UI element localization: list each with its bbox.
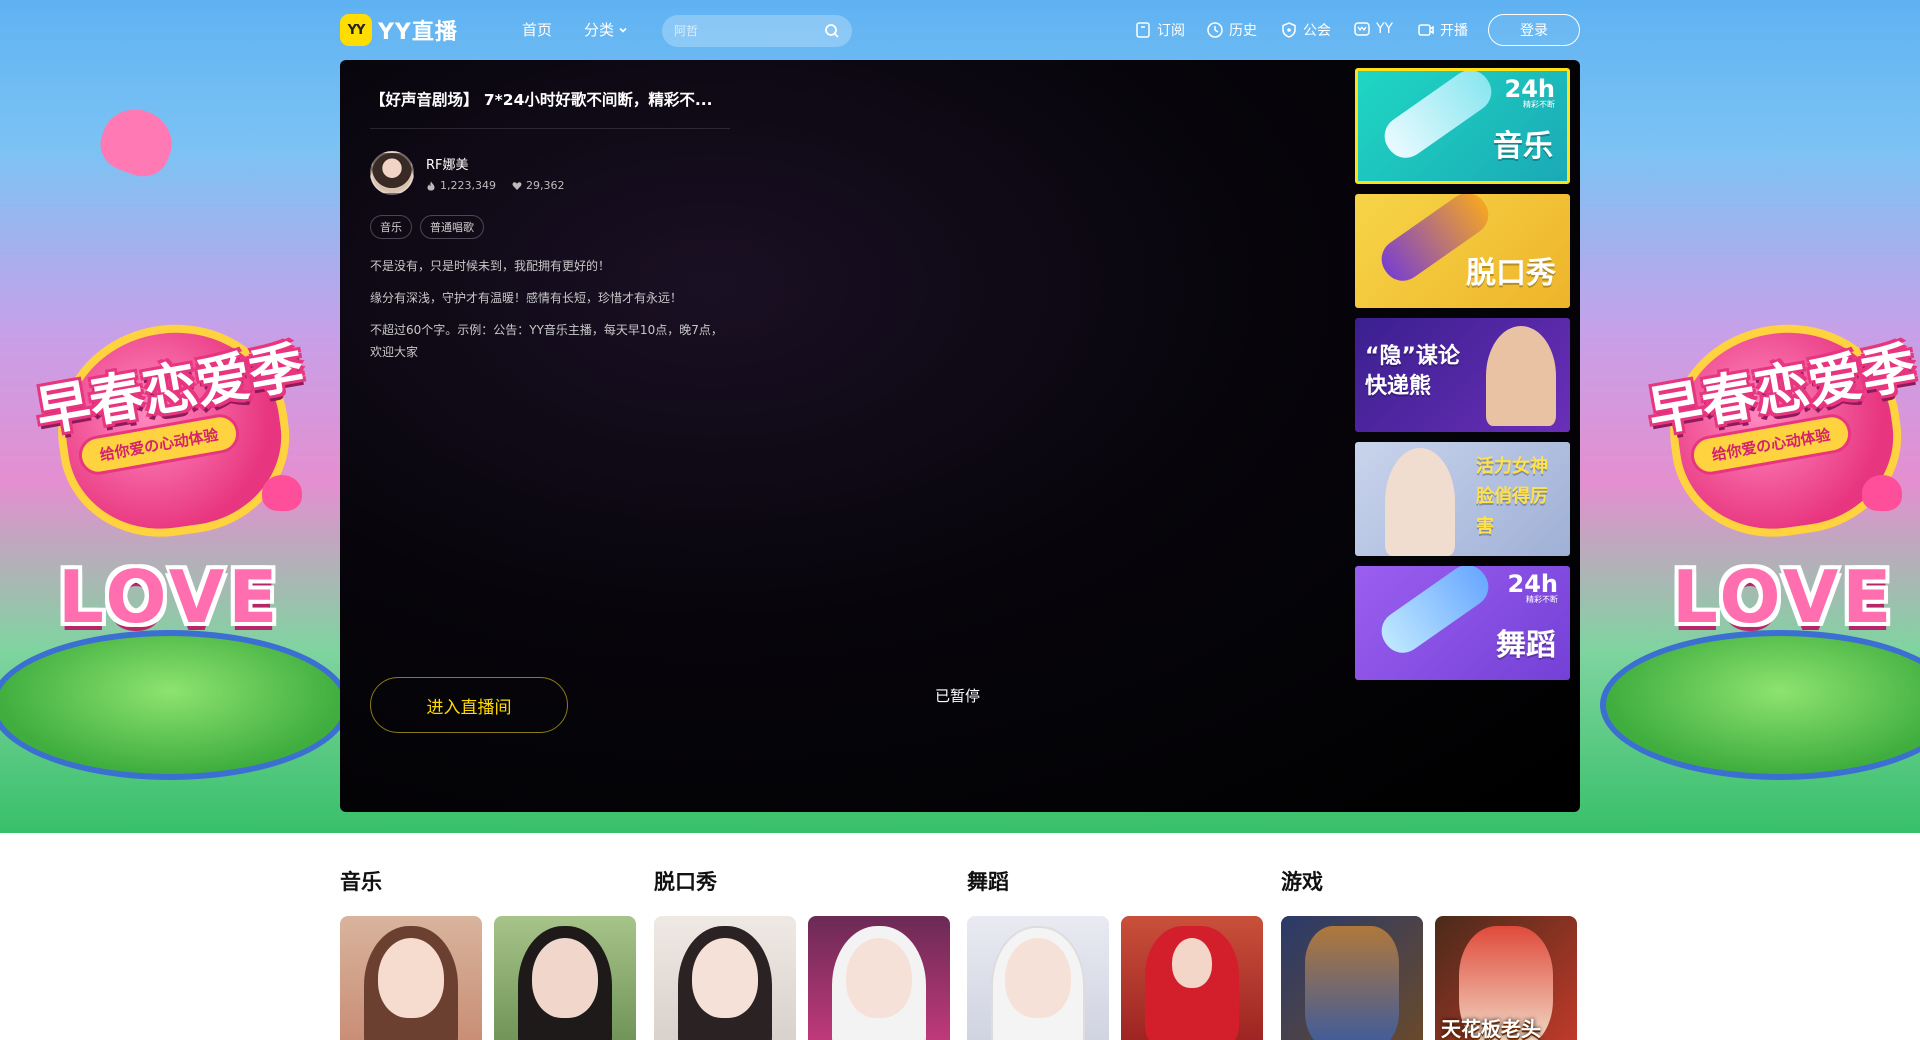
enter-room-button[interactable]: 进入直播间 <box>370 677 568 733</box>
small-heart-decoration <box>262 475 302 511</box>
nav-category[interactable]: 分类 <box>584 19 628 40</box>
love-text-left: LOVE <box>58 555 282 639</box>
top-navigation: YY YY直播 首页 分类 订阅 历史 公会 YY 开播 登录 <box>0 0 1920 60</box>
thumbnail-face <box>1172 938 1212 988</box>
banner-express-bear[interactable]: “隐”谋论 快递熊 <box>1355 318 1570 432</box>
category-section: 音乐 脱口秀 舞蹈 游戏 天花板老头 <box>340 866 1580 1040</box>
search-box <box>662 15 852 47</box>
login-button[interactable]: 登录 <box>1488 14 1580 46</box>
thumbnail-face <box>378 938 444 1018</box>
banner-talkshow[interactable]: 脱口秀 <box>1355 194 1570 308</box>
thumbnail-face <box>1005 938 1071 1018</box>
yy-client-icon <box>1354 22 1370 36</box>
shoe-prop-icon <box>1373 566 1497 661</box>
category-talkshow: 脱口秀 <box>654 866 954 1040</box>
banner-music[interactable]: 24h 精彩不断 音乐 <box>1355 68 1570 184</box>
anchor-info: RF娜美 1,223,349 29,362 <box>370 151 730 195</box>
banner-label: 脱口秀 <box>1466 256 1556 291</box>
banner-24h-badge: 24h 精彩不断 <box>1504 75 1555 109</box>
nav-yy[interactable]: YY <box>1353 20 1393 38</box>
chevron-down-icon <box>619 27 627 33</box>
thumbnail-figure <box>1305 926 1399 1040</box>
nav-home[interactable]: 首页 <box>522 19 552 40</box>
nav-yy-label: YY <box>1376 21 1394 37</box>
banner-24h-badge: 24h 精彩不断 <box>1507 570 1558 604</box>
heart-icon <box>512 181 522 190</box>
bookmark-icon <box>1136 22 1150 38</box>
room-title[interactable]: 【好声音剧场】 7*24小时好歌不间断，精彩不... <box>370 88 730 129</box>
shield-icon <box>1282 22 1296 38</box>
search-input[interactable] <box>674 15 814 47</box>
banner-label: 活力女神 脸俏得厉害 <box>1476 456 1548 537</box>
category-dance: 舞蹈 <box>967 866 1267 1040</box>
live-thumbnail[interactable] <box>808 916 950 1040</box>
heat-stat: 1,223,349 <box>426 179 496 192</box>
nav-subscribe-label: 订阅 <box>1157 23 1185 39</box>
category-title[interactable]: 游戏 <box>1281 866 1581 896</box>
thumbnail-face <box>692 938 758 1018</box>
anchor-name[interactable]: RF娜美 <box>426 154 564 173</box>
banner-goddess[interactable]: 活力女神 脸俏得厉害 <box>1355 442 1570 556</box>
live-thumbnail[interactable]: 天花板老头 <box>1435 916 1577 1040</box>
nav-history[interactable]: 历史 <box>1206 20 1257 40</box>
avatar[interactable] <box>370 151 414 195</box>
keyboard-prop-icon <box>1376 71 1500 166</box>
room-info-panel: 【好声音剧场】 7*24小时好歌不间断，精彩不... RF娜美 1,223,34… <box>370 88 730 373</box>
banner-label: “隐”谋论 快递熊 <box>1365 344 1460 399</box>
live-player[interactable]: 【好声音剧场】 7*24小时好歌不间断，精彩不... RF娜美 1,223,34… <box>340 60 1580 812</box>
category-title[interactable]: 舞蹈 <box>967 866 1267 896</box>
heat-count: 1,223,349 <box>440 179 496 192</box>
host-portrait <box>1486 326 1556 426</box>
tag-item[interactable]: 音乐 <box>370 215 412 239</box>
small-heart-decoration <box>1862 475 1902 511</box>
fire-icon <box>427 181 435 190</box>
nav-history-label: 历史 <box>1229 23 1257 39</box>
category-game: 游戏 天花板老头 <box>1281 866 1581 1040</box>
room-description: 不是没有，只是时候未到，我配拥有更好的！ 缘分有深浅，守护才有温暖！感情有长短，… <box>370 255 730 363</box>
thumbnail-face <box>532 938 598 1018</box>
thumbnail-face <box>846 938 912 1018</box>
description-line: 不超过60个字。示例：公告：YY音乐主播，每天早10点，晚7点，欢迎大家 <box>370 323 723 359</box>
banner-label: 音乐 <box>1493 129 1553 164</box>
clock-icon <box>1207 22 1223 38</box>
nav-guild-label: 公会 <box>1303 23 1331 39</box>
live-thumbnail[interactable] <box>494 916 636 1040</box>
likes-count: 29,362 <box>525 179 565 192</box>
nav-category-label: 分类 <box>584 21 615 39</box>
side-banner-list: 24h 精彩不断 音乐 脱口秀 “隐”谋论 快递熊 活力女神 脸俏得厉害 24h 精… <box>1355 68 1570 690</box>
island-decoration <box>0 630 350 780</box>
banner-dance[interactable]: 24h 精彩不断 舞蹈 <box>1355 566 1570 680</box>
paused-status: 已暂停 <box>935 687 981 705</box>
island-decoration <box>1600 630 1920 780</box>
tag-item[interactable]: 普通唱歌 <box>420 215 484 239</box>
search-icon[interactable] <box>824 23 840 39</box>
nav-broadcast[interactable]: 开播 <box>1417 20 1468 40</box>
banner-label: 舞蹈 <box>1496 628 1556 663</box>
host-portrait <box>1385 448 1455 556</box>
live-thumbnail[interactable] <box>1281 916 1423 1040</box>
category-title[interactable]: 脱口秀 <box>654 866 954 896</box>
nav-guild[interactable]: 公会 <box>1280 20 1331 40</box>
description-line: 不是没有，只是时候未到，我配拥有更好的！ <box>370 259 611 273</box>
yy-logo-text: YY直播 <box>378 20 458 45</box>
live-thumbnail[interactable] <box>967 916 1109 1040</box>
room-tags: 音乐 普通唱歌 <box>370 215 730 239</box>
love-text-right: LOVE <box>1672 555 1896 639</box>
live-thumbnail[interactable] <box>1121 916 1263 1040</box>
yy-logo[interactable]: YY YY直播 <box>340 14 458 46</box>
category-music: 音乐 <box>340 866 640 1040</box>
description-line: 缘分有深浅，守护才有温暖！感情有长短，珍惜才有永远！ <box>370 291 683 305</box>
nav-subscribe[interactable]: 订阅 <box>1134 20 1185 40</box>
live-thumbnail[interactable] <box>340 916 482 1040</box>
likes-stat: 29,362 <box>512 179 565 192</box>
video-camera-icon <box>1418 24 1434 36</box>
category-title[interactable]: 音乐 <box>340 866 640 896</box>
nav-broadcast-label: 开播 <box>1440 23 1468 39</box>
thumbnail-caption: 天花板老头 <box>1441 1017 1541 1040</box>
heart-balloon-decoration <box>93 99 181 185</box>
yy-logo-badge: YY <box>340 14 372 46</box>
live-thumbnail[interactable] <box>654 916 796 1040</box>
